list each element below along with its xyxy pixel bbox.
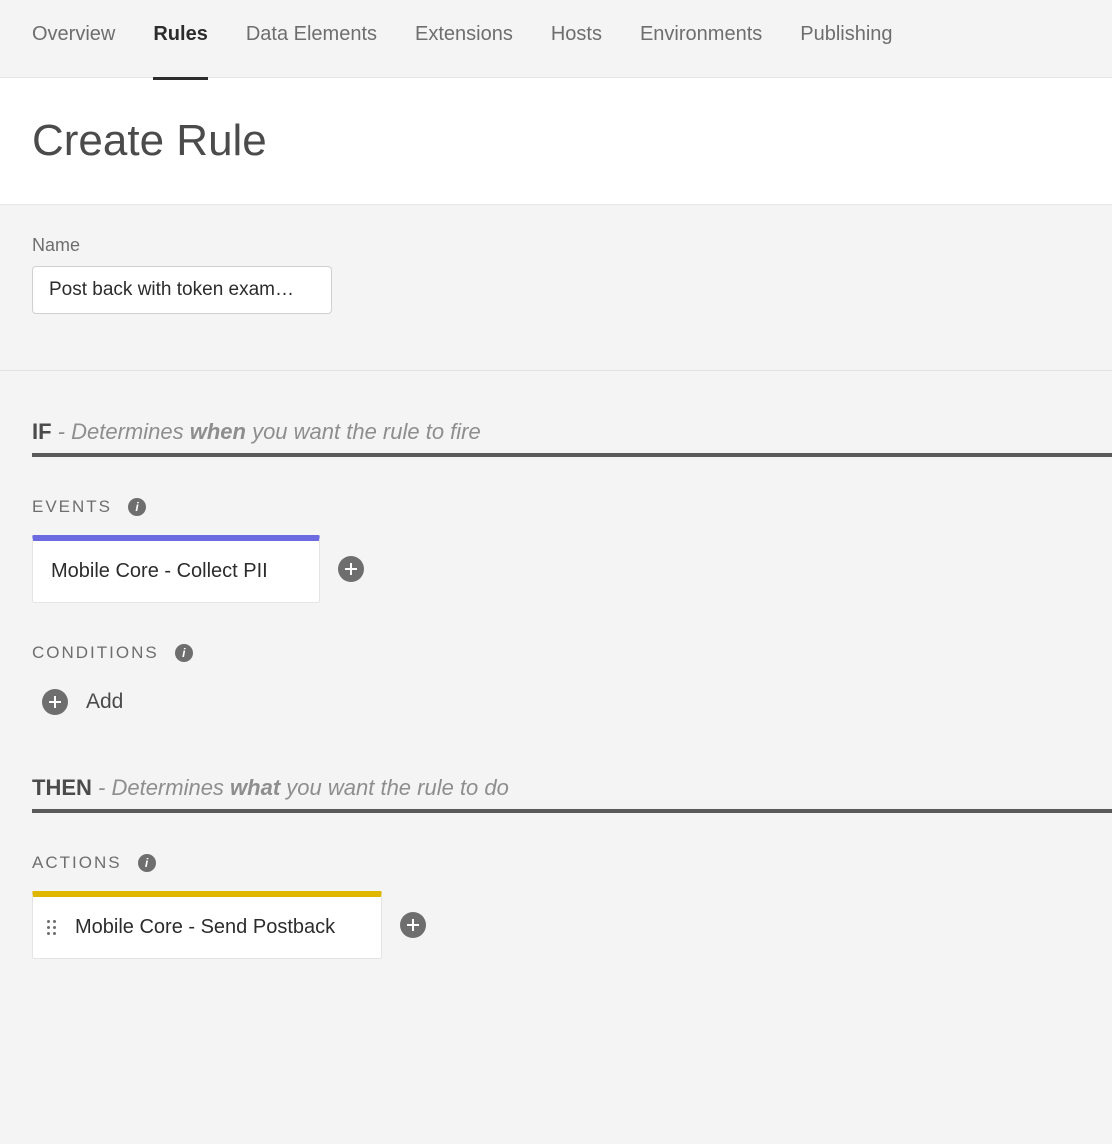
info-icon[interactable]: i (128, 498, 146, 516)
tab-rules[interactable]: Rules (153, 23, 207, 54)
add-action-button[interactable] (400, 912, 426, 938)
add-condition-button[interactable] (42, 689, 68, 715)
tab-publishing[interactable]: Publishing (800, 23, 892, 54)
then-section-title: THEN - Determines what you want the rule… (0, 715, 1112, 809)
actions-cards-row: Mobile Core - Send Postback (0, 891, 1112, 959)
events-cards-row: Mobile Core - Collect PII (0, 535, 1112, 603)
info-icon[interactable]: i (138, 854, 156, 872)
actions-heading-row: ACTIONS i (0, 813, 1112, 891)
name-input[interactable] (32, 266, 332, 314)
if-keyword: IF (32, 419, 52, 444)
event-card[interactable]: Mobile Core - Collect PII (32, 535, 320, 603)
tab-hosts[interactable]: Hosts (551, 23, 602, 54)
conditions-heading: CONDITIONS (32, 643, 159, 663)
top-tabs: Overview Rules Data Elements Extensions … (0, 0, 1112, 78)
tab-overview[interactable]: Overview (32, 23, 115, 54)
drag-handle-icon[interactable] (47, 920, 61, 935)
page-title: Create Rule (0, 78, 1112, 204)
then-keyword: THEN (32, 775, 92, 800)
event-card-label: Mobile Core - Collect PII (51, 560, 268, 583)
add-condition-label: Add (86, 690, 123, 714)
name-label: Name (32, 235, 1080, 256)
conditions-add-row: Add (0, 689, 1112, 715)
actions-heading: ACTIONS (32, 853, 122, 873)
tab-extensions[interactable]: Extensions (415, 23, 513, 54)
tab-environments[interactable]: Environments (640, 23, 762, 54)
add-event-button[interactable] (338, 556, 364, 582)
page-title-bar: Create Rule (0, 78, 1112, 205)
events-heading-row: EVENTS i (0, 457, 1112, 535)
info-icon[interactable]: i (175, 644, 193, 662)
tab-data-elements[interactable]: Data Elements (246, 23, 377, 54)
conditions-heading-row: CONDITIONS i (0, 603, 1112, 681)
name-field-group: Name (0, 205, 1112, 314)
if-section-title: IF - Determines when you want the rule t… (0, 371, 1112, 453)
action-card-label: Mobile Core - Send Postback (75, 916, 335, 939)
action-card[interactable]: Mobile Core - Send Postback (32, 891, 382, 959)
events-heading: EVENTS (32, 497, 112, 517)
